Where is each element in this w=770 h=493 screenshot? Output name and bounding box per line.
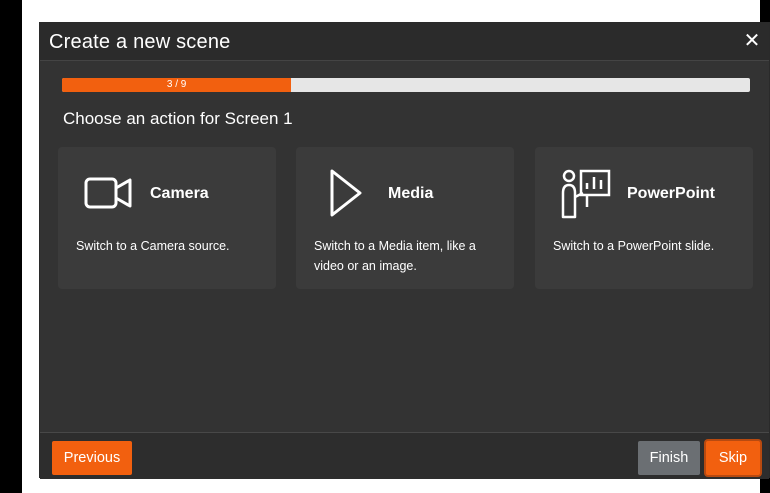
previous-button[interactable]: Previous: [52, 441, 132, 475]
dialog-titlebar: Create a new scene ✕: [40, 23, 769, 61]
dialog-footer: Previous Finish Skip: [40, 432, 769, 479]
camera-card-description: Switch to a Camera source.: [76, 239, 230, 253]
create-scene-dialog: Create a new scene ✕ 3 / 9 Choose an act…: [39, 22, 770, 479]
powerpoint-card-title: PowerPoint: [627, 185, 716, 202]
close-icon[interactable]: ✕: [741, 30, 763, 52]
media-option-card[interactable]: Media Switch to a Media item, like a vid…: [296, 147, 514, 289]
media-card-description: Switch to a Media item, like a video or …: [314, 239, 476, 273]
media-card-title: Media: [388, 185, 434, 202]
play-icon: [330, 169, 362, 217]
presenter-icon: [561, 169, 611, 219]
backdrop-left: [0, 0, 22, 493]
camera-option-card[interactable]: Camera Switch to a Camera source.: [58, 147, 276, 289]
camera-icon: [84, 177, 132, 209]
action-prompt: Choose an action for Screen 1: [63, 109, 293, 128]
powerpoint-card-description: Switch to a PowerPoint slide.: [553, 239, 715, 253]
progress-bar: 3 / 9: [62, 78, 750, 92]
powerpoint-option-card[interactable]: PowerPoint Switch to a PowerPoint slide.: [535, 147, 753, 289]
progress-text: 3 / 9: [166, 79, 187, 90]
skip-button[interactable]: Skip: [706, 441, 760, 475]
finish-button[interactable]: Finish: [638, 441, 700, 475]
camera-card-title: Camera: [150, 185, 209, 202]
dialog-title: Create a new scene: [49, 31, 231, 53]
